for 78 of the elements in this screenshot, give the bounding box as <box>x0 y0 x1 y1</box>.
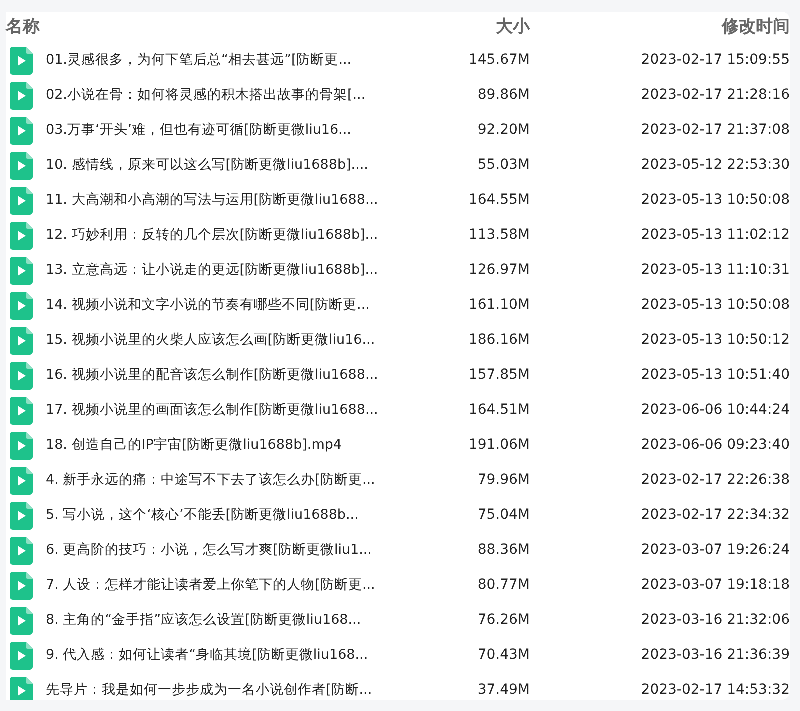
file-size: 157.85M <box>468 367 530 383</box>
file-name[interactable]: 4. 新手永远的痛：中途写不下去了该怎么办[防断更... <box>46 472 376 488</box>
modified-time: 2023-05-12 22:53:30 <box>641 157 790 173</box>
video-file-icon <box>10 326 33 354</box>
modified-time: 2023-05-13 10:50:08 <box>641 297 790 313</box>
modified-time: 2023-05-13 10:50:12 <box>641 332 790 348</box>
video-file-icon <box>10 572 33 600</box>
file-name[interactable]: 16. 视频小说里的配音该怎么制作[防断更微liu1688... <box>46 367 378 383</box>
file-size: 191.06M <box>468 437 530 453</box>
modified-time: 2023-05-13 11:10:31 <box>641 262 790 278</box>
modified-time: 2023-06-06 09:23:40 <box>641 437 790 453</box>
video-file-icon <box>10 222 33 250</box>
file-size: 76.26M <box>478 612 530 628</box>
video-file-icon <box>10 82 33 110</box>
modified-time: 2023-02-17 21:28:16 <box>641 87 790 103</box>
file-size: 37.49M <box>478 682 530 698</box>
file-size: 126.97M <box>468 262 530 278</box>
video-file-icon <box>10 502 33 530</box>
video-file-icon <box>10 362 33 390</box>
modified-time: 2023-02-17 22:34:32 <box>641 507 790 523</box>
file-size: 164.55M <box>468 192 530 208</box>
video-file-icon <box>10 396 33 424</box>
modified-time: 2023-03-07 19:26:24 <box>641 542 790 558</box>
file-name[interactable]: 02.小说在骨：如何将灵感的积木搭出故事的骨架[... <box>46 87 366 103</box>
file-size: 79.96M <box>478 472 530 488</box>
file-name[interactable]: 7. 人设：怎样才能让读者爱上你笔下的人物[防断更... <box>46 577 376 593</box>
modified-time: 2023-05-13 10:50:08 <box>641 192 790 208</box>
file-name[interactable]: 10. 感情线，原来可以这么写[防断更微liu1688b].... <box>46 157 368 173</box>
video-file-icon <box>10 466 33 494</box>
modified-time: 2023-02-17 22:26:38 <box>641 472 790 488</box>
video-file-icon <box>10 606 33 634</box>
video-file-icon <box>10 46 33 74</box>
file-size: 75.04M <box>478 507 530 523</box>
video-file-icon <box>10 256 33 284</box>
file-size: 88.36M <box>478 542 530 558</box>
file-size: 89.86M <box>478 87 530 103</box>
file-name[interactable]: 17. 视频小说里的画面该怎么制作[防断更微liu1688... <box>46 402 378 418</box>
file-name[interactable]: 13. 立意高远：让小说走的更远[防断更微liu1688b]... <box>46 262 378 278</box>
video-file-icon <box>10 642 33 670</box>
video-file-icon <box>10 536 33 564</box>
video-file-icon <box>10 186 33 214</box>
video-file-icon <box>10 292 33 320</box>
modified-time: 2023-02-17 14:53:32 <box>641 682 790 698</box>
file-name[interactable]: 6. 更高阶的技巧：小说，怎么写才爽[防断更微liu1... <box>46 542 372 558</box>
file-name[interactable]: 14. 视频小说和文字小说的节奏有哪些不同[防断更... <box>46 297 370 313</box>
file-name[interactable]: 01.灵感很多，为何下笔后总“相去甚远”[防断更... <box>46 52 352 68</box>
file-name[interactable]: 18. 创造自己的IP宇宙[防断更微liu1688b].mp4 <box>46 437 342 453</box>
file-name[interactable]: 8. 主角的“金手指”应该怎么设置[防断更微liu168... <box>46 612 362 628</box>
modified-time: 2023-06-06 10:44:24 <box>641 402 790 418</box>
modified-time: 2023-02-17 21:37:08 <box>641 122 790 138</box>
file-name[interactable]: 5. 写小说，这个‘核心’不能丢[防断更微liu1688b... <box>46 507 359 523</box>
file-name[interactable]: 先导片：我是如何一步步成为一名小说创作者[防断... <box>46 682 372 698</box>
column-header[interactable]: 修改时间 <box>530 12 790 43</box>
video-file-icon <box>10 152 33 180</box>
modified-time: 2023-05-13 11:02:12 <box>641 227 790 243</box>
file-size: 164.51M <box>468 402 530 418</box>
file-name[interactable]: 11. 大高潮和小高潮的写法与运用[防断更微liu1688... <box>46 192 378 208</box>
modified-time: 2023-03-16 21:36:39 <box>641 647 790 663</box>
file-size: 113.58M <box>468 227 530 243</box>
video-file-icon <box>10 432 33 460</box>
file-size: 186.16M <box>468 332 530 348</box>
modified-time: 2023-03-16 21:32:06 <box>641 612 790 628</box>
modified-time: 2023-03-07 19:18:18 <box>641 577 790 593</box>
file-size: 161.10M <box>468 297 530 313</box>
file-size: 80.77M <box>478 577 530 593</box>
file-size: 92.20M <box>478 122 530 138</box>
file-name[interactable]: 9. 代入感：如何让读者“身临其境[防断更微liu168... <box>46 647 368 663</box>
column-header[interactable]: 名称 <box>6 12 400 43</box>
modified-time: 2023-02-17 15:09:55 <box>641 52 790 68</box>
file-name[interactable]: 03.万事‘开头’难，但也有迹可循[防断更微liu16... <box>46 122 352 138</box>
file-size: 70.43M <box>478 647 530 663</box>
file-size: 55.03M <box>478 157 530 173</box>
video-file-icon <box>10 116 33 144</box>
file-name[interactable]: 12. 巧妙利用：反转的几个层次[防断更微liu1688b]... <box>46 227 378 243</box>
file-name[interactable]: 15. 视频小说里的火柴人应该怎么画[防断更微liu16... <box>46 332 376 348</box>
file-size: 145.67M <box>468 52 530 68</box>
column-header[interactable]: 大小 <box>400 12 530 43</box>
modified-time: 2023-05-13 10:51:40 <box>641 367 790 383</box>
